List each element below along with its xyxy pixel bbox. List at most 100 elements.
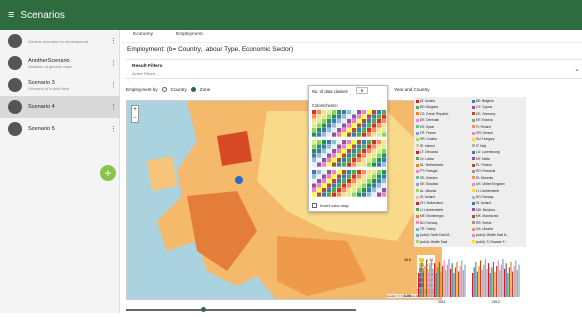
colorscheme-swatch[interactable] [317, 170, 322, 175]
chart-bar[interactable] [456, 261, 458, 297]
legend-item[interactable]: EE: Estonia [472, 118, 493, 122]
colorscheme-swatch[interactable] [382, 144, 387, 149]
colorscheme-swatch[interactable] [342, 179, 347, 184]
colorscheme-swatch[interactable] [357, 192, 362, 197]
tab-employment[interactable]: Employment [176, 32, 203, 37]
chart-bar[interactable] [446, 264, 448, 297]
colorscheme-swatch[interactable] [347, 188, 352, 193]
chart-bar[interactable] [419, 267, 421, 297]
chart-bar[interactable] [512, 271, 514, 297]
colorscheme-swatch[interactable] [332, 153, 337, 158]
more-icon[interactable]: ⋮ [110, 37, 120, 45]
time-slider[interactable] [126, 307, 356, 312]
colorscheme-swatch[interactable] [357, 110, 362, 115]
colorscheme-swatch[interactable] [312, 149, 317, 154]
chart-bar[interactable] [451, 263, 453, 297]
colorscheme-swatch[interactable] [367, 110, 372, 115]
colorscheme-swatch[interactable] [342, 170, 347, 175]
legend-item[interactable]: AL: Albania [416, 189, 436, 193]
colorscheme-swatch[interactable] [317, 123, 322, 128]
colorscheme-swatch[interactable] [372, 153, 377, 158]
colorscheme-swatch[interactable] [327, 162, 332, 167]
colorscheme-swatch[interactable] [322, 179, 327, 184]
colorscheme-swatch[interactable] [367, 174, 372, 179]
colorscheme-swatch[interactable] [382, 128, 387, 133]
colorscheme-swatch[interactable] [332, 162, 337, 167]
colorscheme-swatch[interactable] [377, 132, 382, 137]
colorscheme-swatch[interactable] [322, 128, 327, 133]
colorscheme-swatch[interactable] [362, 179, 367, 184]
colorscheme-swatch[interactable] [327, 183, 332, 188]
colorscheme-swatch[interactable] [312, 144, 317, 149]
colorscheme-swatch[interactable] [377, 149, 382, 154]
colorscheme-swatch[interactable] [372, 132, 377, 137]
legend-item[interactable]: UK: United Kingdom [472, 182, 505, 186]
chart-bar[interactable] [429, 264, 431, 297]
colorscheme-swatch[interactable] [332, 140, 337, 145]
colorscheme-swatch[interactable] [362, 162, 367, 167]
chart-bar[interactable] [484, 259, 486, 297]
chart-bar[interactable] [476, 271, 478, 297]
colorscheme-swatch[interactable] [327, 170, 332, 175]
colorscheme-swatch[interactable] [367, 149, 372, 154]
colorscheme-swatch[interactable] [367, 183, 372, 188]
chart-bar[interactable] [518, 264, 520, 297]
colorscheme-swatch[interactable] [317, 114, 322, 119]
legend-item[interactable]: LI: Liechtenstein [416, 208, 443, 212]
colorscheme-swatch[interactable] [332, 174, 337, 179]
colorscheme-grid[interactable] [312, 110, 388, 200]
colorscheme-swatch[interactable] [372, 144, 377, 149]
colorscheme-swatch[interactable] [317, 179, 322, 184]
colorscheme-swatch[interactable] [342, 110, 347, 115]
legend-item[interactable]: ES: Spain [416, 125, 434, 129]
chart-bar[interactable] [426, 260, 428, 297]
colorscheme-swatch[interactable] [372, 110, 377, 115]
chart-bar[interactable] [435, 273, 437, 297]
chart-bar[interactable] [483, 264, 485, 297]
colorscheme-swatch[interactable] [332, 170, 337, 175]
colorscheme-swatch[interactable] [342, 192, 347, 197]
colorscheme-swatch[interactable] [332, 128, 337, 133]
colorscheme-swatch[interactable] [337, 170, 342, 175]
colorscheme-swatch[interactable] [352, 123, 357, 128]
chart-bar[interactable] [494, 271, 496, 297]
colorscheme-swatch[interactable] [382, 174, 387, 179]
legend-item[interactable]: UA: Ukraine [472, 227, 493, 231]
colorscheme-swatch[interactable] [367, 153, 372, 158]
colorscheme-swatch[interactable] [337, 144, 342, 149]
legend-item[interactable]: SK: Slovakia [416, 182, 438, 186]
colorscheme-swatch[interactable] [322, 153, 327, 158]
colorscheme-swatch[interactable] [312, 128, 317, 133]
colorscheme-swatch[interactable] [327, 158, 332, 163]
colorscheme-swatch[interactable] [327, 140, 332, 145]
colorscheme-swatch[interactable] [362, 188, 367, 193]
colorscheme-swatch[interactable] [357, 123, 362, 128]
colorscheme-swatch[interactable] [357, 132, 362, 137]
colorscheme-swatch[interactable] [322, 188, 327, 193]
colorscheme-swatch[interactable] [312, 192, 317, 197]
colorscheme-swatch[interactable] [362, 192, 367, 197]
colorscheme-swatch[interactable] [362, 119, 367, 124]
colorscheme-swatch[interactable] [352, 149, 357, 154]
colorscheme-swatch[interactable] [327, 144, 332, 149]
chart-bar[interactable] [480, 260, 482, 297]
zoom-control[interactable]: + − [131, 105, 139, 123]
chart-bar[interactable] [499, 270, 501, 297]
colorscheme-swatch[interactable] [352, 144, 357, 149]
colorscheme-swatch[interactable] [352, 183, 357, 188]
legend-item[interactable]: TR: Turkey [416, 227, 436, 231]
legend-item[interactable]: HU: Hungary [472, 137, 494, 141]
colorscheme-swatch[interactable] [367, 128, 372, 133]
colorscheme-swatch[interactable] [337, 114, 342, 119]
colorscheme-swatch[interactable] [362, 153, 367, 158]
invert-color-map[interactable]: Invert color map [312, 203, 349, 208]
colorscheme-swatch[interactable] [332, 144, 337, 149]
chart-bar[interactable] [472, 273, 474, 297]
colorscheme-swatch[interactable] [357, 153, 362, 158]
colorscheme-swatch[interactable] [312, 162, 317, 167]
colorscheme-swatch[interactable] [317, 119, 322, 124]
colorscheme-swatch[interactable] [337, 158, 342, 163]
colorscheme-swatch[interactable] [317, 132, 322, 137]
colorscheme-swatch[interactable] [327, 123, 332, 128]
legend-item[interactable]: RS: Serbia [472, 221, 491, 225]
